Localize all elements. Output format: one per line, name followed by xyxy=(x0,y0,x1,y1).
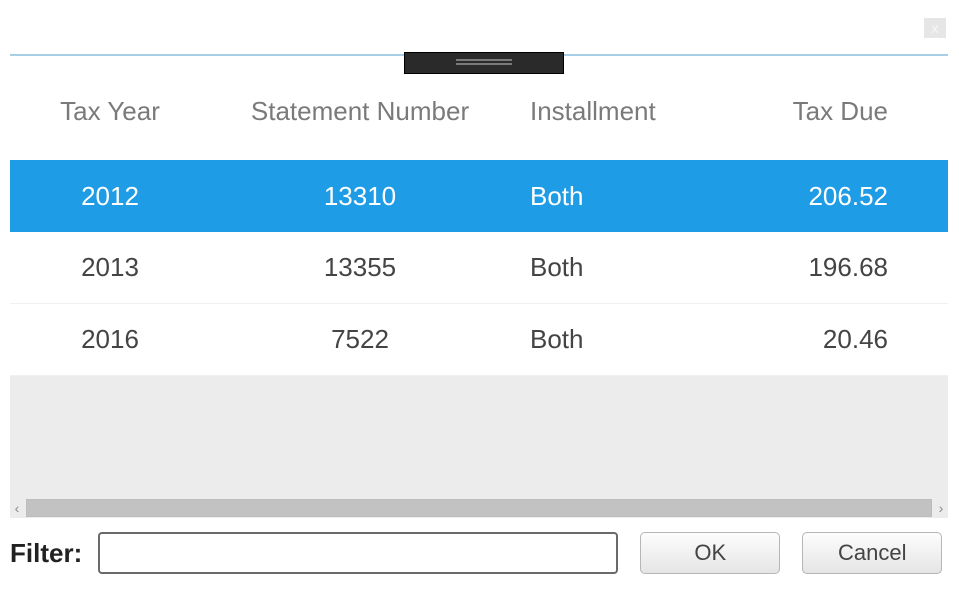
col-header-tax-due[interactable]: Tax Due xyxy=(710,96,948,127)
cell-tax-year: 2016 xyxy=(10,324,210,355)
cell-tax-due: 196.68 xyxy=(710,252,948,283)
scrollbar-track[interactable] xyxy=(26,499,932,517)
filter-label: Filter: xyxy=(10,538,82,569)
cell-installment: Both xyxy=(510,324,710,355)
filter-input[interactable] xyxy=(98,532,618,574)
cell-statement-number: 13310 xyxy=(210,181,510,212)
cell-installment: Both xyxy=(510,181,710,212)
table-empty-area xyxy=(10,376,948,498)
grip-icon xyxy=(456,59,512,61)
table-row[interactable]: 2012 13310 Both 206.52 xyxy=(10,160,948,232)
close-button[interactable]: x xyxy=(924,18,946,38)
cell-tax-year: 2012 xyxy=(10,181,210,212)
scroll-left-icon[interactable]: ‹ xyxy=(10,500,24,516)
close-icon: x xyxy=(932,20,939,36)
cell-tax-year: 2013 xyxy=(10,252,210,283)
col-header-tax-year[interactable]: Tax Year xyxy=(10,96,210,127)
scroll-right-icon[interactable]: › xyxy=(934,500,948,516)
cell-installment: Both xyxy=(510,252,710,283)
column-headers: Tax Year Statement Number Installment Ta… xyxy=(10,78,948,144)
col-header-statement-number[interactable]: Statement Number xyxy=(210,96,510,127)
cancel-button[interactable]: Cancel xyxy=(802,532,942,574)
drag-handle[interactable] xyxy=(404,52,564,74)
cell-tax-due: 20.46 xyxy=(710,324,948,355)
table-row[interactable]: 2016 7522 Both 20.46 xyxy=(10,304,948,376)
col-header-installment[interactable]: Installment xyxy=(510,96,710,127)
table-row[interactable]: 2013 13355 Both 196.68 xyxy=(10,232,948,304)
table-body: 2012 13310 Both 206.52 2013 13355 Both 1… xyxy=(10,160,948,376)
horizontal-scrollbar[interactable]: ‹ › xyxy=(10,498,948,518)
cell-statement-number: 13355 xyxy=(210,252,510,283)
ok-button[interactable]: OK xyxy=(640,532,780,574)
cell-statement-number: 7522 xyxy=(210,324,510,355)
dialog-footer: Filter: OK Cancel xyxy=(2,525,948,581)
cell-tax-due: 206.52 xyxy=(710,181,948,212)
